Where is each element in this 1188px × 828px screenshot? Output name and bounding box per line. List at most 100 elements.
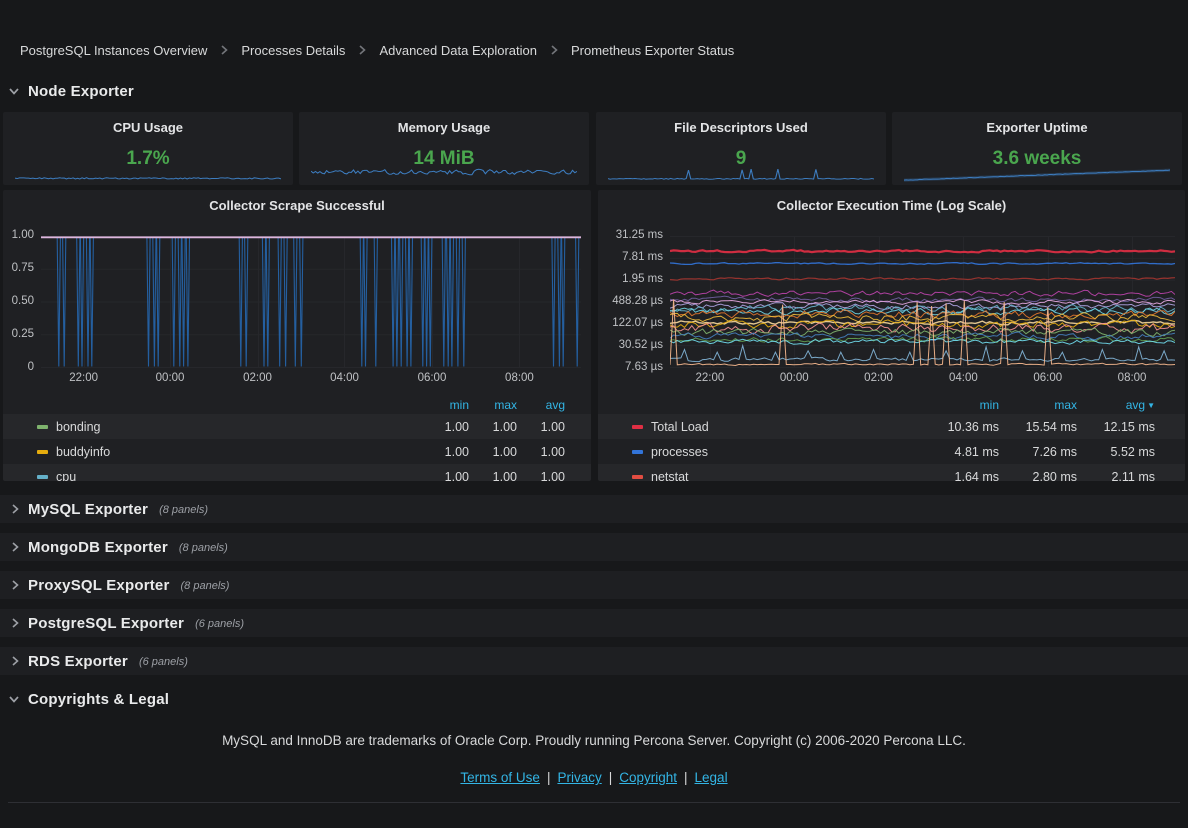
y-axis-label: 0 <box>28 361 34 373</box>
legend-column-header-max[interactable]: max <box>999 398 1077 412</box>
series-min-value: 1.64 ms <box>921 470 999 482</box>
legend-row-buddyinfo: buddyinfo1.001.001.00 <box>3 439 591 464</box>
legend-row-processes: processes4.81 ms7.26 ms5.52 ms <box>598 439 1185 464</box>
chevron-right-icon <box>9 503 21 515</box>
legend-row-bonding: bonding1.001.001.00 <box>3 414 591 439</box>
section-panel-count: (8 panels) <box>181 580 230 592</box>
stat-panel-exporter-uptime: Exporter Uptime 3.6 weeks <box>892 112 1182 185</box>
series-name[interactable]: processes <box>651 445 708 459</box>
link-separator: | <box>684 770 688 785</box>
section-row-rds-exporter[interactable]: RDS Exporter(6 panels) <box>0 647 1188 675</box>
legal-link-copyright[interactable]: Copyright <box>619 770 677 785</box>
x-axis-label: 00:00 <box>156 372 185 384</box>
plot-area[interactable] <box>41 236 581 368</box>
x-axis-label: 00:00 <box>780 372 809 384</box>
section-title: MongoDB Exporter <box>28 539 168 556</box>
legend-column-header-max[interactable]: max <box>469 398 517 412</box>
panel-title[interactable]: Memory Usage <box>299 120 589 135</box>
series-avg-value: 1.00 <box>517 420 565 434</box>
series-color-swatch <box>632 450 643 454</box>
chevron-right-icon <box>9 579 21 591</box>
legend-column-header-min[interactable]: min <box>921 398 999 412</box>
breadcrumb-item-prometheus-exporter-status: Prometheus Exporter Status <box>571 43 734 58</box>
section-title: RDS Exporter <box>28 653 128 670</box>
legend-column-header-avg[interactable]: avg <box>517 398 565 412</box>
chevron-right-icon <box>9 541 21 553</box>
stat-value: 14 MiB <box>299 148 589 170</box>
chevron-right-icon <box>218 44 230 56</box>
y-axis-label: 30.52 µs <box>619 339 663 351</box>
stat-value: 1.7% <box>3 148 293 170</box>
series-max-value: 1.00 <box>469 420 517 434</box>
chart-panel-collector-execution-time-log-scale: Collector Execution Time (Log Scale) 31.2… <box>598 190 1185 481</box>
y-axis-label: 1.00 <box>12 229 34 241</box>
y-axis-label: 7.81 ms <box>622 251 663 263</box>
series-avg-value: 1.00 <box>517 445 565 459</box>
series-name[interactable]: Total Load <box>651 420 709 434</box>
series-max-value: 7.26 ms <box>999 445 1077 459</box>
chevron-down-icon <box>7 692 21 706</box>
legend-header-row: minmaxavg <box>3 396 591 414</box>
y-axis-label: 122.07 µs <box>612 317 663 329</box>
breadcrumb-item-advanced-data-exploration[interactable]: Advanced Data Exploration <box>379 43 537 58</box>
legend-row-cpu: cpu1.001.001.00 <box>3 464 591 481</box>
y-axis-label: 1.95 ms <box>622 273 663 285</box>
breadcrumb-item-processes-details[interactable]: Processes Details <box>241 43 345 58</box>
sort-indicator-icon: ▼ <box>1147 401 1155 410</box>
y-axis-label: 488.28 µs <box>612 295 663 307</box>
panel-title[interactable]: File Descriptors Used <box>596 120 886 135</box>
section-row-mysql-exporter[interactable]: MySQL Exporter (8 panels) <box>0 495 1188 523</box>
stat-value: 9 <box>596 148 886 170</box>
legend-column-header-avg[interactable]: avg▼ <box>1077 398 1155 412</box>
section-title: MySQL Exporter <box>28 501 148 518</box>
panel-title[interactable]: CPU Usage <box>3 120 293 135</box>
series-avg-value: 1.00 <box>517 470 565 482</box>
legal-link-privacy[interactable]: Privacy <box>557 770 601 785</box>
series-name[interactable]: netstat <box>651 470 689 482</box>
legend-column-header-min[interactable]: min <box>421 398 469 412</box>
section-panel-count: (8 panels) <box>159 504 208 516</box>
chevron-right-icon <box>548 44 560 56</box>
section-row-postgresql-exporter[interactable]: PostgreSQL Exporter(6 panels) <box>0 609 1188 637</box>
series-min-value: 1.00 <box>421 470 469 482</box>
stat-panel-memory-usage: Memory Usage 14 MiB <box>299 112 589 185</box>
section-header-node-exporter[interactable]: Node Exporter <box>7 81 134 101</box>
series-name[interactable]: cpu <box>56 470 76 482</box>
legend: minmaxavg▼Total Load10.36 ms15.54 ms12.1… <box>598 396 1185 481</box>
breadcrumb-item-postgresql-instances-overview[interactable]: PostgreSQL Instances Overview <box>20 43 207 58</box>
series-max-value: 2.80 ms <box>999 470 1077 482</box>
legal-text: MySQL and InnoDB are trademarks of Oracl… <box>0 733 1188 748</box>
stat-value: 3.6 weeks <box>892 148 1182 170</box>
series-name[interactable]: bonding <box>56 420 101 434</box>
x-axis-label: 04:00 <box>330 372 359 384</box>
series-max-value: 15.54 ms <box>999 420 1077 434</box>
y-axis-label: 0.25 <box>12 328 34 340</box>
legal-link-legal[interactable]: Legal <box>695 770 728 785</box>
legend: minmaxavgbonding1.001.001.00buddyinfo1.0… <box>3 396 591 481</box>
x-axis-label: 22:00 <box>696 372 725 384</box>
panel-title[interactable]: Collector Execution Time (Log Scale) <box>598 198 1185 213</box>
section-row-mongodb-exporter[interactable]: MongoDB Exporter(8 panels) <box>0 533 1188 561</box>
breadcrumb-separator <box>548 44 560 56</box>
series-name[interactable]: buddyinfo <box>56 445 110 459</box>
section-row-proxysql-exporter[interactable]: ProxySQL Exporter(8 panels) <box>0 571 1188 599</box>
breadcrumb-separator <box>218 44 230 56</box>
chevron-right-icon <box>9 617 21 629</box>
series-color-swatch <box>37 475 48 479</box>
legal-link-terms-of-use[interactable]: Terms of Use <box>460 770 540 785</box>
section-header-copyrights-legal[interactable]: Copyrights & Legal <box>7 689 169 709</box>
section-panel-count: (6 panels) <box>195 618 244 630</box>
plot-area[interactable] <box>670 236 1175 368</box>
x-axis-label: 06:00 <box>1033 372 1062 384</box>
section-title: Copyrights & Legal <box>28 691 169 708</box>
panel-title[interactable]: Exporter Uptime <box>892 120 1182 135</box>
dashboard: PostgreSQL Instances Overview Processes D… <box>0 0 1188 828</box>
series-min-value: 10.36 ms <box>921 420 999 434</box>
y-axis-label: 31.25 ms <box>616 229 663 241</box>
panel-title[interactable]: Collector Scrape Successful <box>3 198 591 213</box>
stat-panel-cpu-usage: CPU Usage 1.7% <box>3 112 293 185</box>
chart-panel-collector-scrape-successful: Collector Scrape Successful1.000.750.500… <box>3 190 591 481</box>
series-color-swatch <box>37 425 48 429</box>
footer-divider <box>8 802 1180 803</box>
link-separator: | <box>609 770 613 785</box>
